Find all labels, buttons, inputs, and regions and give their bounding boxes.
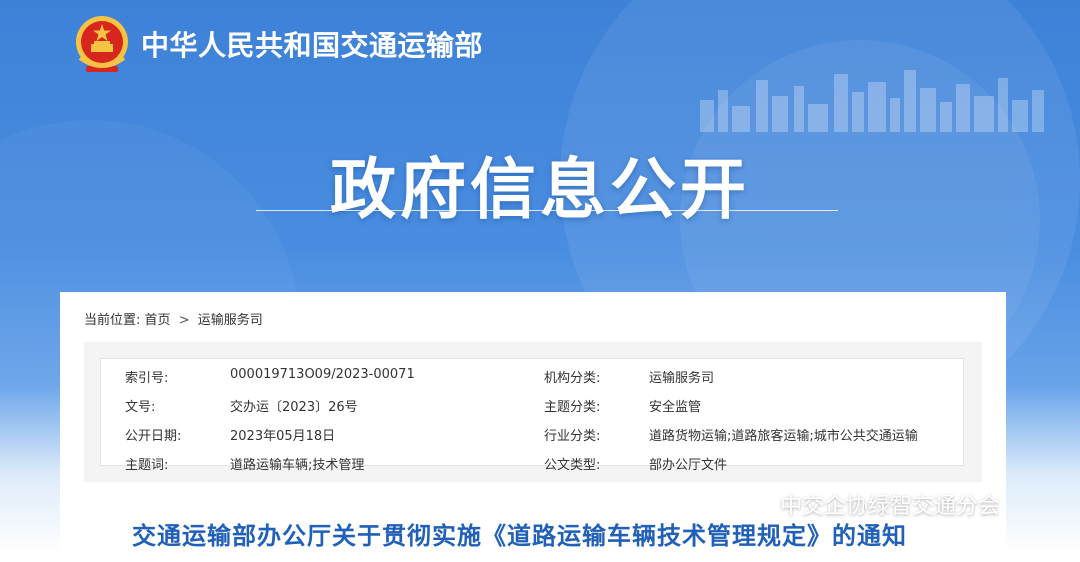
- wechat-icon: [743, 492, 771, 515]
- metadata-key: 公文类型:: [544, 458, 601, 473]
- metadata-row: 文号: 交办运〔2023〕26号 主题分类: 安全监管: [101, 388, 963, 418]
- national-emblem-icon: [76, 16, 128, 72]
- metadata-value: 2023年05月18日: [230, 429, 336, 444]
- metadata-key: 主题词:: [125, 458, 169, 473]
- metadata-key: 行业分类:: [544, 429, 601, 444]
- metadata-row: 公开日期: 2023年05月18日 行业分类: 道路货物运输;道路旅客运输;城市…: [101, 417, 963, 447]
- metadata-key: 文号:: [125, 400, 156, 415]
- watermark: 中交企协绿智交通分会: [742, 488, 1000, 520]
- metadata-key: 索引号:: [125, 371, 169, 386]
- metadata-box: 索引号: 000019713O09/2023-00071 机构分类: 运输服务司…: [84, 342, 982, 482]
- document-title: 交通运输部办公厅关于贯彻实施《道路运输车辆技术管理规定》的通知: [132, 522, 907, 550]
- banner-divider: [256, 210, 838, 211]
- metadata-row: 索引号: 000019713O09/2023-00071 机构分类: 运输服务司: [101, 359, 963, 389]
- metadata-value: 道路运输车辆;技术管理: [230, 458, 365, 473]
- breadcrumb: 当前位置: 首页 > 运输服务司: [84, 309, 263, 328]
- breadcrumb-separator: >: [178, 313, 190, 328]
- watermark-text: 中交企协绿智交通分会: [780, 494, 1001, 519]
- metadata-value: 部办公厅文件: [649, 458, 728, 473]
- site-name[interactable]: 中华人民共和国交通运输部: [141, 24, 483, 64]
- skyline-illustration: [700, 70, 1044, 132]
- breadcrumb-section-link[interactable]: 运输服务司: [198, 313, 263, 328]
- breadcrumb-home-link[interactable]: 首页: [145, 313, 171, 328]
- metadata-value: 交办运〔2023〕26号: [230, 400, 358, 415]
- metadata-table: 索引号: 000019713O09/2023-00071 机构分类: 运输服务司…: [100, 358, 964, 473]
- banner-title: 政府信息公开: [330, 151, 750, 228]
- content-panel: 当前位置: 首页 > 运输服务司 索引号: 000019713O09/2023-…: [60, 292, 1006, 562]
- metadata-row: 主题词: 道路运输车辆;技术管理 公文类型: 部办公厅文件: [101, 446, 963, 476]
- metadata-key: 主题分类:: [544, 400, 601, 415]
- metadata-value: 运输服务司: [649, 371, 715, 386]
- metadata-value: 安全监管: [649, 400, 702, 415]
- breadcrumb-label: 当前位置:: [84, 313, 141, 328]
- metadata-key: 机构分类:: [544, 371, 601, 386]
- metadata-value: 道路货物运输;道路旅客运输;城市公共交通运输: [649, 429, 918, 444]
- metadata-value: 000019713O09/2023-00071: [230, 367, 415, 382]
- metadata-key: 公开日期:: [125, 429, 182, 444]
